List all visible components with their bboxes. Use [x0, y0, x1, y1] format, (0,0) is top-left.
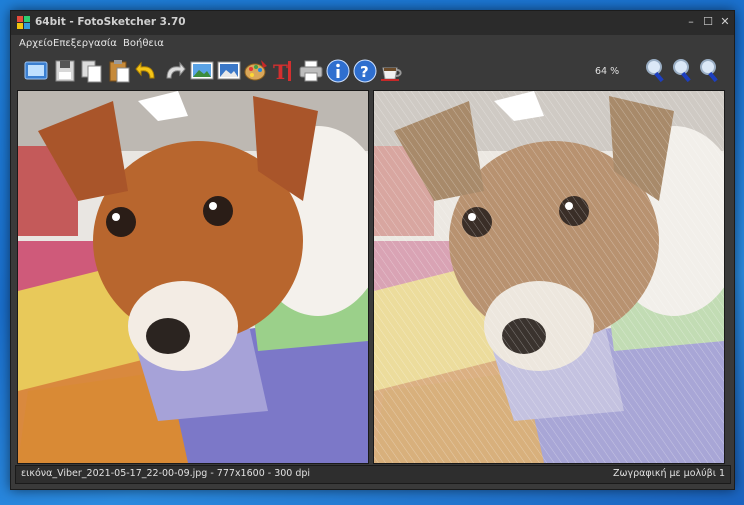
close-button[interactable]: ✕ [717, 14, 733, 30]
drawing-icon[interactable] [216, 58, 242, 84]
text-icon[interactable]: T [270, 58, 296, 84]
original-image-panel[interactable] [17, 90, 369, 464]
menu-file[interactable]: Αρχείο [19, 38, 53, 49]
info-icon[interactable] [325, 58, 351, 84]
original-dog-photo [18, 91, 368, 463]
zoom-reset-icon[interactable] [670, 58, 696, 84]
svg-text:?: ? [360, 63, 369, 81]
status-bar: εικόνα_Viber_2021-05-17_22-00-09.jpg - 7… [15, 465, 731, 484]
help-icon[interactable]: ? [352, 58, 378, 84]
coffee-icon[interactable] [379, 58, 405, 84]
copy-icon[interactable] [79, 58, 105, 84]
zoom-out-icon[interactable] [697, 58, 723, 84]
effect-name-text: Ζωγραφική με μολύβι 1 [612, 468, 725, 479]
redo-icon[interactable] [161, 58, 187, 84]
title-bar[interactable]: 64bit - FotoSketcher 3.70 – ☐ ✕ [11, 11, 734, 35]
sketch-dog-image [374, 91, 724, 463]
maximize-button[interactable]: ☐ [700, 14, 716, 30]
menu-bar: Αρχείο Επεξεργασία Βοήθεια [11, 35, 734, 54]
save-icon[interactable] [52, 58, 78, 84]
menu-edit[interactable]: Επεξεργασία [53, 38, 117, 49]
menu-help[interactable]: Βοήθεια [123, 38, 164, 49]
palette-icon[interactable] [243, 58, 269, 84]
svg-text:T: T [273, 60, 288, 84]
zoom-in-icon[interactable] [643, 58, 669, 84]
app-window: 64bit - FotoSketcher 3.70 – ☐ ✕ Αρχείο Ε… [10, 10, 735, 490]
undo-icon[interactable] [134, 58, 160, 84]
app-logo-icon [17, 16, 30, 29]
zoom-level: 64 % [595, 66, 620, 77]
open-image-icon[interactable] [23, 58, 49, 84]
minimize-button[interactable]: – [683, 14, 699, 30]
window-title: 64bit - FotoSketcher 3.70 [35, 16, 186, 28]
original-image-icon[interactable] [189, 58, 215, 84]
toolbar: T ? 64 % [18, 54, 727, 88]
file-info-text: εικόνα_Viber_2021-05-17_22-00-09.jpg - 7… [21, 468, 311, 479]
paste-icon[interactable] [106, 58, 132, 84]
sketch-image-panel[interactable] [373, 90, 725, 464]
print-icon[interactable] [298, 58, 324, 84]
